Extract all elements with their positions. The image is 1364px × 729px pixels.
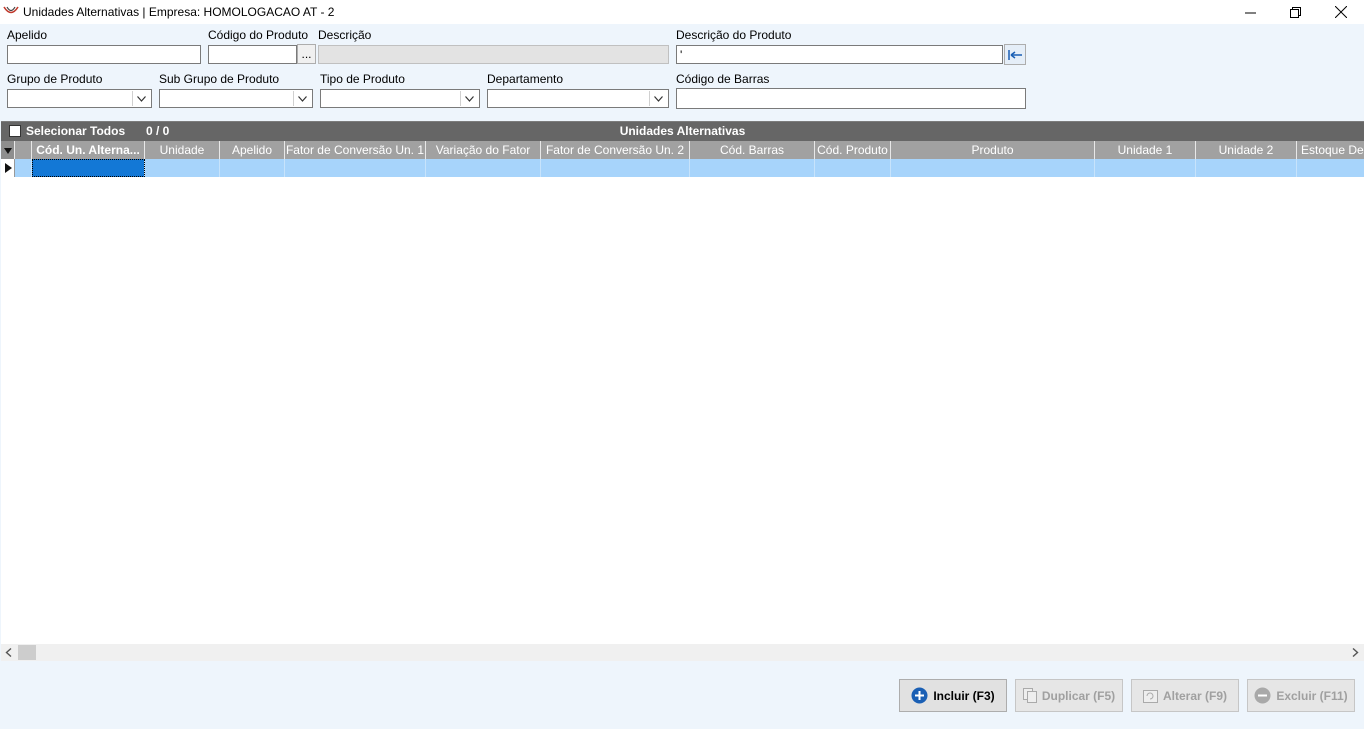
restore-button[interactable] [1272, 0, 1318, 24]
table-cell[interactable] [891, 159, 1095, 177]
row-indicator-header[interactable] [1, 141, 15, 159]
table-cell[interactable] [690, 159, 815, 177]
alterar-button-label: Alterar (F9) [1162, 688, 1227, 703]
descricao-produto-input[interactable] [676, 45, 1003, 64]
restore-icon [1289, 6, 1301, 18]
descricao-input [318, 45, 669, 64]
search-mode-button[interactable] [1004, 44, 1026, 65]
column-header[interactable]: Apelido [220, 141, 285, 159]
chevron-down-icon [649, 91, 667, 106]
departamento-select[interactable] [487, 89, 669, 108]
triangle-right-icon [5, 163, 12, 173]
app-logo-icon [3, 6, 19, 14]
chevron-down-icon [293, 91, 311, 106]
table-cell[interactable] [1297, 159, 1364, 177]
grupo-produto-select[interactable] [7, 89, 152, 108]
sub-grupo-produto-label: Sub Grupo de Produto [159, 72, 280, 86]
column-header[interactable]: Variação do Fator [426, 141, 541, 159]
column-header[interactable]: Fator de Conversão Un. 2 [541, 141, 690, 159]
table-cell[interactable] [285, 159, 426, 177]
table-cell[interactable] [1095, 159, 1196, 177]
codigo-barras-input[interactable] [676, 88, 1026, 109]
minimize-icon [1244, 12, 1256, 13]
edit-document-icon [1142, 689, 1158, 703]
table-cell[interactable] [815, 159, 891, 177]
codigo-produto-label: Código do Produto [208, 28, 309, 42]
chevron-left-icon[interactable] [5, 648, 12, 657]
apelido-input[interactable] [7, 45, 201, 64]
duplicar-button-label: Duplicar (F5) [1041, 688, 1116, 703]
checkbox-column-header[interactable] [15, 141, 32, 159]
table-cell[interactable] [15, 159, 32, 177]
column-header[interactable]: Cód. Un. Alterna... [32, 141, 145, 159]
minus-circle-icon [1254, 687, 1271, 704]
grid-title-bar: Selecionar Todos 0 / 0 Unidades Alternat… [1, 122, 1364, 141]
column-header[interactable]: Estoque Dem [1297, 141, 1364, 159]
tipo-produto-label: Tipo de Produto [320, 72, 405, 86]
incluir-button-label: Incluir (F3) [933, 688, 995, 703]
column-header[interactable]: Produto [891, 141, 1095, 159]
table-cell[interactable] [220, 159, 285, 177]
plus-circle-icon [911, 687, 928, 704]
table-cell[interactable] [145, 159, 220, 177]
table-cell[interactable] [426, 159, 541, 177]
close-icon [1335, 6, 1347, 18]
chevron-down-icon [132, 91, 150, 106]
duplicar-button[interactable]: Duplicar (F5) [1015, 679, 1123, 712]
descricao-produto-label: Descrição do Produto [676, 28, 792, 42]
alterar-button[interactable]: Alterar (F9) [1131, 679, 1239, 712]
apelido-label: Apelido [7, 28, 48, 42]
window-title: Unidades Alternativas | Empresa: HOMOLOG… [23, 5, 335, 19]
column-header[interactable]: Cód. Produto [815, 141, 891, 159]
table-cell[interactable] [1196, 159, 1297, 177]
chevron-right-icon[interactable] [1352, 648, 1359, 657]
descricao-label: Descrição [318, 28, 372, 42]
excluir-button[interactable]: Excluir (F11) [1247, 679, 1355, 712]
table-cell[interactable] [541, 159, 690, 177]
column-header[interactable]: Cód. Barras [690, 141, 815, 159]
grupo-produto-label: Grupo de Produto [7, 72, 103, 86]
codigo-produto-lookup-button[interactable]: ... [297, 44, 316, 64]
departamento-label: Departamento [487, 72, 564, 86]
table-row[interactable] [1, 159, 1364, 177]
column-header[interactable]: Unidade 1 [1095, 141, 1196, 159]
scrollbar-thumb[interactable] [18, 645, 36, 660]
copy-icon [1022, 688, 1037, 703]
grid-caption: Unidades Alternativas [619, 124, 746, 138]
column-header[interactable]: Unidade 2 [1196, 141, 1297, 159]
codigo-barras-label: Código de Barras [676, 72, 770, 86]
grid-area: Selecionar Todos 0 / 0 Unidades Alternat… [1, 121, 1364, 661]
column-header[interactable]: Unidade [145, 141, 220, 159]
table-cell-focused[interactable] [32, 159, 145, 177]
title-bar: Unidades Alternativas | Empresa: HOMOLOG… [0, 0, 1364, 24]
grid-header-row: Cód. Un. Alterna... Unidade Apelido Fato… [1, 141, 1364, 159]
row-indicator [1, 159, 15, 177]
chevron-down-icon [460, 91, 478, 106]
excluir-button-label: Excluir (F11) [1276, 688, 1348, 703]
sub-grupo-produto-select[interactable] [159, 89, 313, 108]
incluir-button[interactable]: Incluir (F3) [899, 679, 1007, 712]
close-button[interactable] [1318, 0, 1364, 24]
arrow-left-bar-icon [1008, 49, 1022, 60]
codigo-produto-input[interactable] [208, 45, 297, 64]
horizontal-scrollbar[interactable] [1, 644, 1364, 661]
tipo-produto-select[interactable] [320, 89, 480, 108]
minimize-button[interactable] [1227, 0, 1273, 24]
column-header[interactable]: Fator de Conversão Un. 1 [285, 141, 426, 159]
triangle-down-icon [3, 148, 12, 154]
